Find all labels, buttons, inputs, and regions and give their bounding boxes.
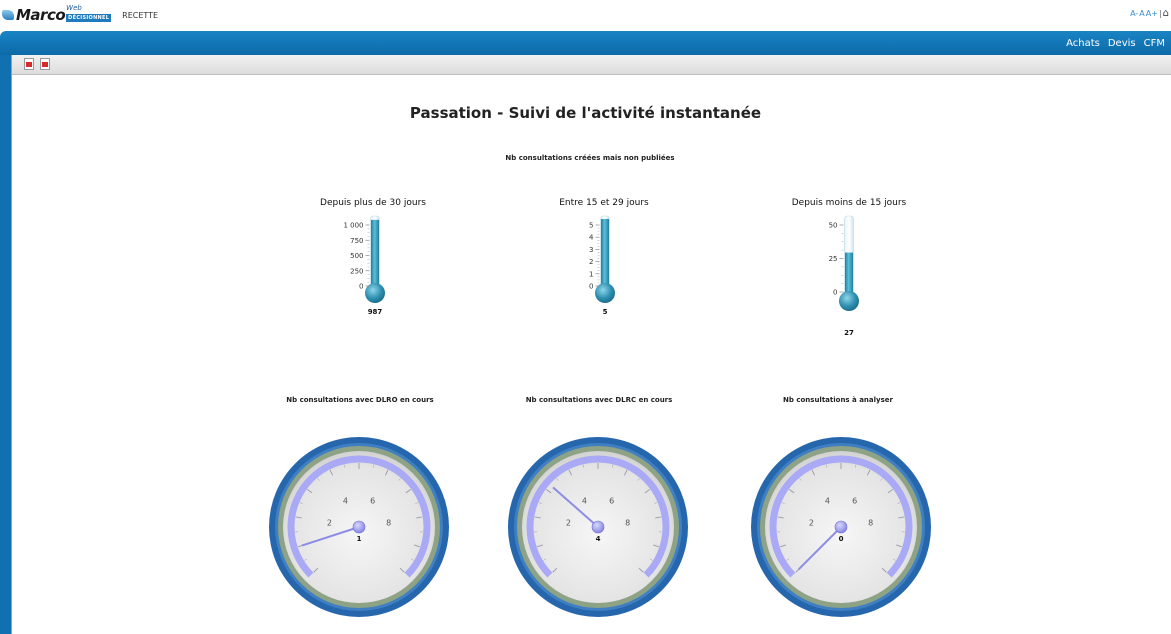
gauge-3: 2 4 6 8 0 [751, 437, 931, 617]
gauge-hub [352, 520, 366, 534]
gauge-scale-label: 2 [566, 518, 571, 527]
gauges-chart: 2 4 6 8 1 2 4 6 8 4 2 4 6 8 0 [269, 437, 931, 617]
gauge-scale-label: 8 [625, 518, 630, 527]
gauge-hub [834, 520, 848, 534]
gauge-hub [591, 520, 605, 534]
gauge-scale-label: 4 [343, 496, 348, 505]
gauge-value: 1 [357, 535, 362, 543]
gauge-scale-label: 4 [582, 496, 587, 505]
gauge-1: 2 4 6 8 1 [269, 437, 449, 617]
gauge-scale-label: 6 [370, 496, 375, 505]
gauge-scale-label: 6 [609, 496, 614, 505]
gauge-scale-label: 2 [809, 518, 814, 527]
gauge-scale-label: 8 [386, 518, 391, 527]
gauge-scale-label: 8 [868, 518, 873, 527]
gauge-value: 0 [839, 535, 844, 543]
gauge-scale-label: 6 [852, 496, 857, 505]
gauge-scale-label: 2 [327, 518, 332, 527]
gauge-value: 4 [596, 535, 601, 543]
gauge-scale-label: 4 [825, 496, 830, 505]
gauge-2: 2 4 6 8 4 [508, 437, 688, 617]
